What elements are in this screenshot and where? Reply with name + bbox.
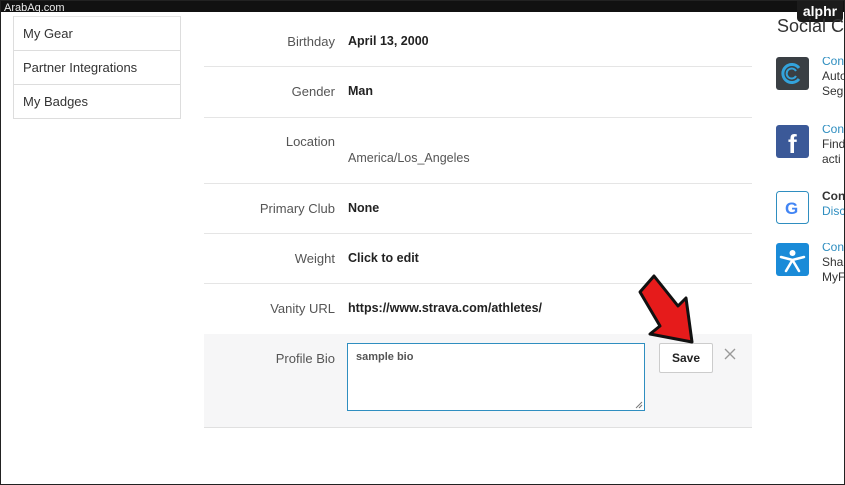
top-black-bar: [0, 0, 845, 12]
connect-link[interactable]: Con: [822, 57, 845, 69]
svg-text:G: G: [785, 199, 798, 218]
social-connections-title: Social C: [777, 16, 845, 36]
settings-sidebar: My Gear Partner Integrations My Badges: [13, 16, 181, 119]
sidebar-item-partner-integrations[interactable]: Partner Integrations: [14, 50, 180, 84]
connect-app-icon: [776, 57, 809, 90]
primary-club-label: Primary Club: [259, 201, 335, 216]
primary-club-value[interactable]: None: [348, 201, 379, 215]
myfitnesspal-desc-1: Sha: [822, 255, 844, 269]
myfitnesspal-connect-link[interactable]: Con: [822, 243, 845, 255]
myfitnesspal-icon: [776, 243, 809, 276]
profile-row-primary-club: Primary Club None: [204, 184, 752, 234]
birthday-label: Birthday: [287, 34, 335, 49]
profile-row-location: Location America/Los_Angeles: [204, 118, 752, 184]
facebook-connect-link[interactable]: Con: [822, 125, 845, 137]
facebook-desc-2: acti: [822, 152, 841, 166]
connect-desc-2: Seg: [822, 84, 844, 98]
red-arrow-icon: [638, 274, 694, 344]
profile-bio-label: Profile Bio: [275, 351, 335, 366]
profile-bio-text: sample bio: [356, 351, 414, 363]
vanity-url-value[interactable]: https://www.strava.com/athletes/: [348, 301, 542, 315]
location-label: Location: [285, 134, 335, 149]
location-value[interactable]: America/Los_Angeles: [348, 151, 470, 165]
svg-text:f: f: [788, 129, 797, 158]
sidebar-item-my-badges[interactable]: My Badges: [14, 84, 180, 118]
watermark-text: ArabAq.com: [4, 2, 65, 14]
profile-row-gender: Gender Man: [204, 67, 752, 118]
profile-row-birthday: Birthday April 13, 2000: [204, 16, 752, 67]
google-icon: G: [776, 191, 809, 224]
gender-value[interactable]: Man: [348, 84, 373, 98]
profile-row-bio: Profile Bio sample bio Save: [204, 334, 752, 428]
facebook-desc-1: Find: [822, 137, 845, 151]
social-item-facebook: f Con Find acti: [776, 125, 845, 175]
facebook-icon: f: [776, 125, 809, 158]
weight-value[interactable]: Click to edit: [348, 251, 419, 265]
connect-desc-1: Auto: [822, 69, 845, 83]
vanity-url-label: Vanity URL: [270, 301, 335, 316]
gender-label: Gender: [291, 84, 335, 99]
google-connected-label: Con: [822, 191, 845, 203]
myfitnesspal-desc-2: MyF: [822, 270, 845, 284]
social-item-connect: Con Auto Seg: [776, 57, 845, 107]
close-icon[interactable]: [723, 347, 737, 361]
social-item-google: G Con Disc: [776, 191, 845, 227]
resize-grip-icon[interactable]: [635, 401, 643, 409]
sidebar-item-my-gear[interactable]: My Gear: [14, 16, 180, 50]
birthday-value[interactable]: April 13, 2000: [348, 34, 429, 48]
profile-bio-textarea[interactable]: sample bio: [347, 343, 645, 411]
weight-label: Weight: [294, 251, 335, 266]
google-disconnect-link[interactable]: Disc: [822, 204, 845, 219]
social-item-myfitnesspal: Con Sha MyF: [776, 243, 845, 293]
